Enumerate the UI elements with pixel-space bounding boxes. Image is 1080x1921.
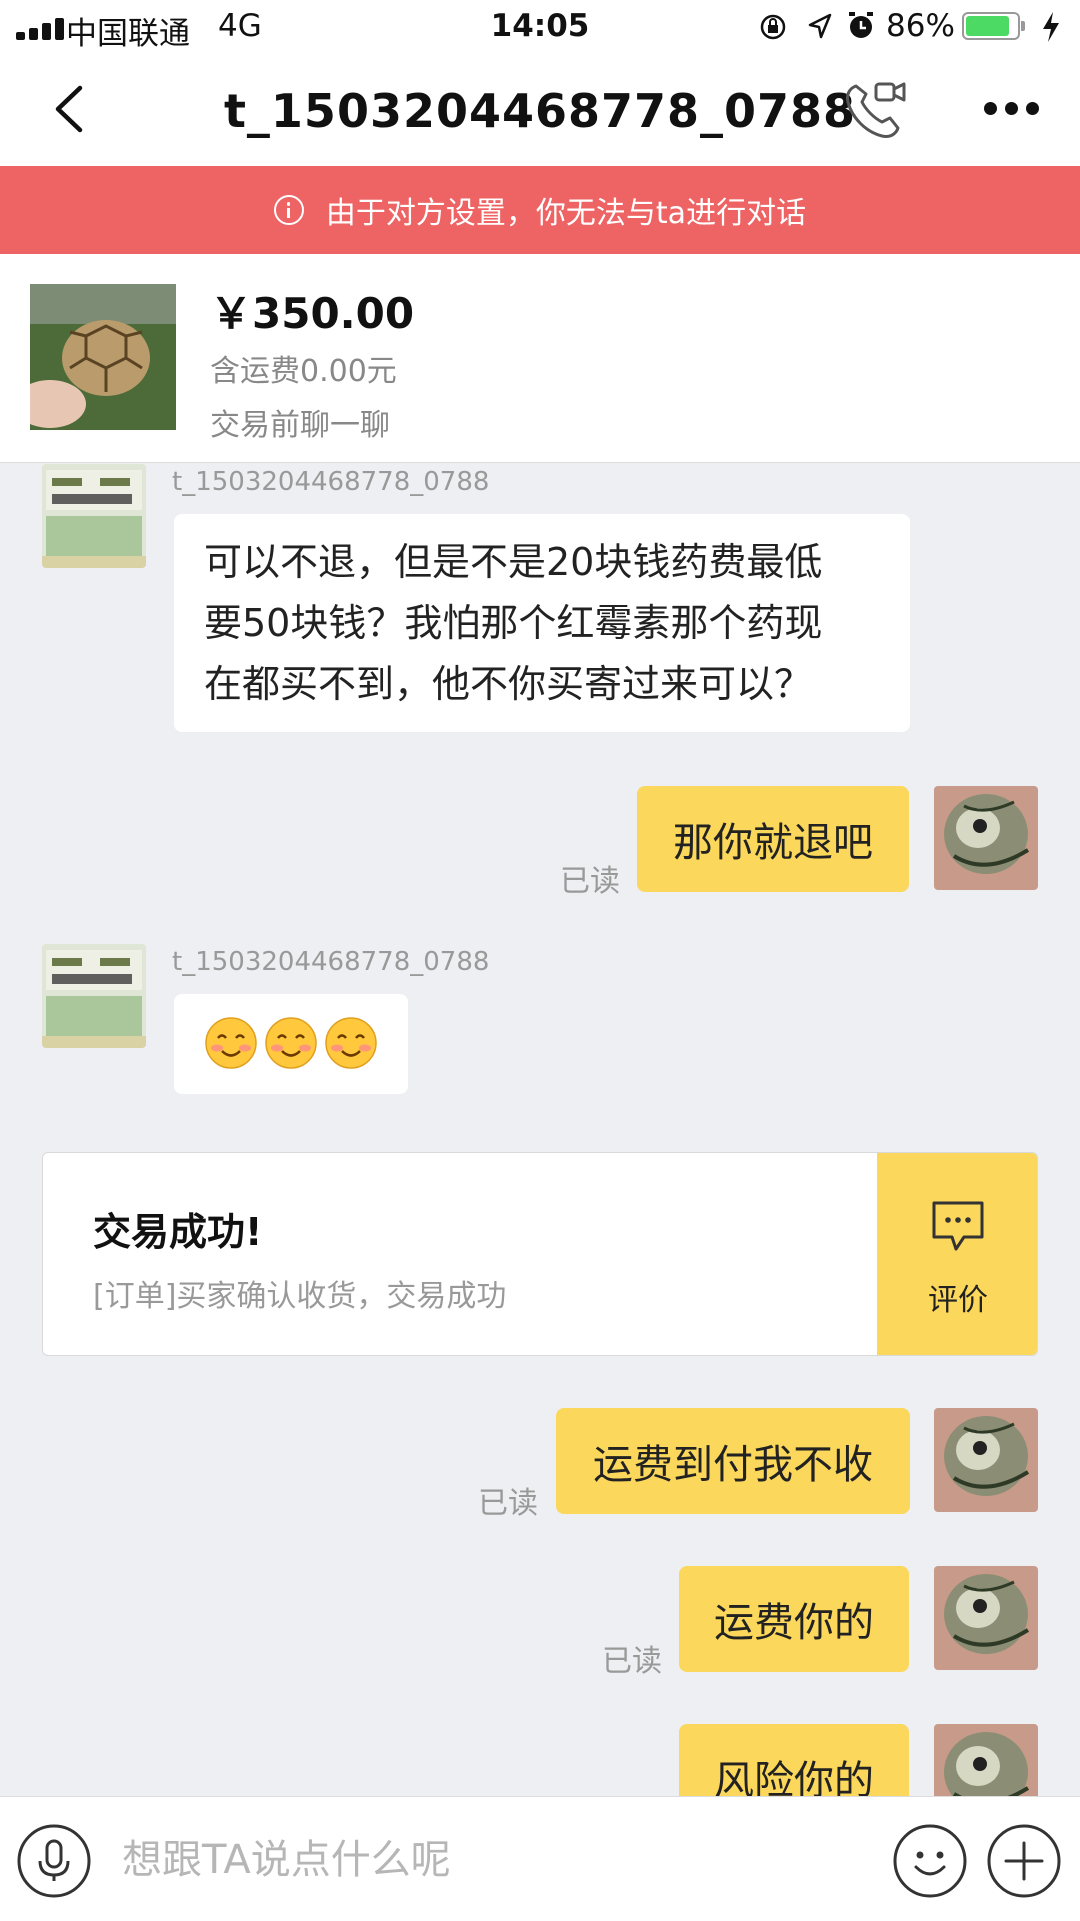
message-bubble-incoming[interactable]	[174, 994, 408, 1094]
battery-tip	[1021, 21, 1025, 31]
review-label: 评价	[928, 1283, 988, 1318]
chat-bubble-icon	[932, 1201, 984, 1251]
sender-name: t_1503204468778_0788	[172, 947, 490, 977]
phone-video-call-icon[interactable]	[842, 78, 908, 140]
location-arrow-icon	[808, 13, 832, 39]
input-bar	[0, 1796, 1080, 1921]
smiling-face-emoji	[265, 1017, 317, 1069]
message-line: 在都买不到，他不你买寄过来可以？	[204, 662, 813, 706]
message-bubble-outgoing[interactable]: 运费到付我不收	[556, 1408, 910, 1514]
read-receipt: 已读	[478, 1486, 538, 1521]
pre-trade-chat-label: 交易前聊一聊	[210, 408, 390, 443]
message-bubble-outgoing[interactable]: 运费你的	[679, 1566, 909, 1672]
more-icon[interactable]	[984, 102, 1040, 118]
smiling-face-emoji	[205, 1017, 257, 1069]
info-icon	[273, 195, 304, 225]
message-bubble-outgoing[interactable]: 那你就退吧	[637, 786, 909, 892]
contact-avatar[interactable]	[42, 944, 146, 1048]
sender-name: t_1503204468778_0788	[172, 467, 490, 497]
banner-text: 由于对方设置，你无法与ta进行对话	[325, 196, 807, 231]
battery-percent: 86%	[886, 8, 955, 44]
voice-input-icon[interactable]	[16, 1823, 92, 1899]
contact-avatar[interactable]	[42, 464, 146, 568]
emoji-picker-icon[interactable]	[892, 1823, 968, 1899]
shipping-fee: 含运费0.00元	[210, 354, 397, 389]
my-avatar[interactable]	[934, 1566, 1038, 1670]
message-line: 可以不退，但是不是20块钱药费最低	[204, 540, 823, 584]
charging-bolt-icon	[1043, 12, 1059, 42]
battery-icon	[962, 12, 1020, 40]
status-bar: 中国联通 4G 14:05 86%	[0, 0, 1080, 54]
message-input[interactable]	[120, 1823, 864, 1897]
read-receipt: 已读	[560, 864, 620, 899]
message-bubble-incoming[interactable]: 可以不退，但是不是20块钱药费最低 要50块钱？我怕那个红霉素那个药现 在都买不…	[174, 514, 910, 732]
message-line: 要50块钱？我怕那个红霉素那个药现	[204, 601, 823, 645]
order-title: 交易成功!	[93, 1210, 263, 1254]
product-card[interactable]: ￥350.00 含运费0.00元 交易前聊一聊	[0, 254, 1080, 463]
smiling-face-emoji	[325, 1017, 377, 1069]
add-attachment-icon[interactable]	[986, 1823, 1062, 1899]
product-price: ￥350.00	[210, 289, 415, 338]
rotation-lock-icon	[760, 14, 786, 40]
page-title: t_1503204468778_0788	[223, 84, 857, 138]
my-avatar[interactable]	[934, 786, 1038, 890]
read-receipt: 已读	[602, 1644, 662, 1679]
nav-bar: t_1503204468778_0788	[0, 54, 1080, 166]
order-description: [订单]买家确认收货，交易成功	[93, 1279, 507, 1314]
chat-blocked-banner: 由于对方设置，你无法与ta进行对话	[0, 166, 1080, 254]
my-avatar[interactable]	[934, 1408, 1038, 1512]
alarm-icon	[849, 12, 873, 38]
order-status-card[interactable]: 交易成功! [订单]买家确认收货，交易成功 评价	[42, 1152, 1038, 1356]
product-thumbnail[interactable]	[30, 284, 176, 430]
review-button[interactable]: 评价	[877, 1153, 1037, 1355]
